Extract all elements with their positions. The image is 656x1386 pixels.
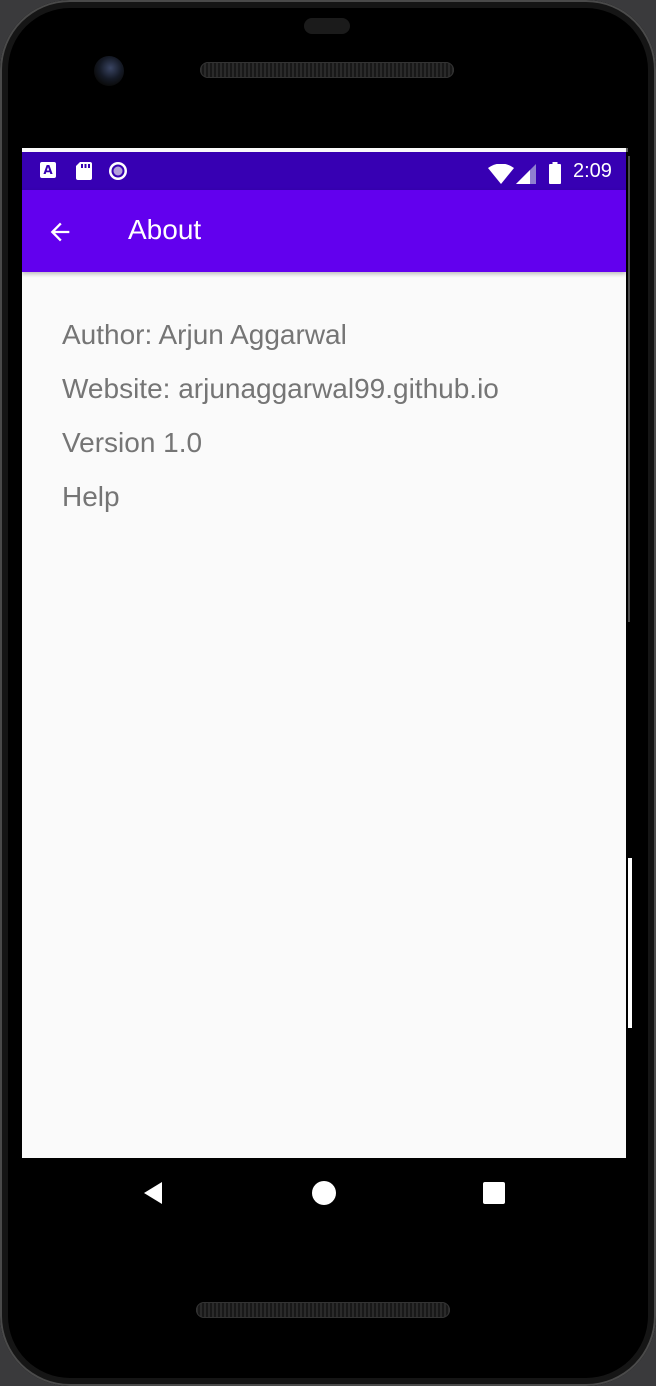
nav-recents-icon [483,1182,505,1204]
arrow-back-icon [50,222,70,242]
status-bar: A 2:09 [22,152,626,190]
system-navigation-bar [22,1158,626,1228]
side-rail [628,156,630,622]
about-content: Author: Arjun Aggarwal Website: arjunagg… [62,308,606,524]
author-text: Author: Arjun Aggarwal [62,319,347,350]
website-text[interactable]: Website: arjunaggarwal99.github.io [62,362,606,416]
sd-card-icon [76,162,92,180]
app-bar: About [22,190,626,272]
nav-back-button[interactable] [138,1178,168,1208]
back-button[interactable] [40,212,80,252]
top-speaker-grille [200,62,454,78]
side-button-highlight [628,858,632,1028]
bottom-speaker-grille [196,1302,450,1318]
nav-back-icon [144,1182,162,1204]
battery-icon [549,162,561,184]
wifi-icon [488,164,514,184]
front-camera [94,56,124,86]
help-text[interactable]: Help [62,470,606,524]
status-time: 2:09 [573,160,612,182]
record-circle-icon [109,162,127,180]
a-notification-letter: A [43,163,53,177]
signal-icon [516,164,536,184]
nav-recents-button[interactable] [479,1178,509,1208]
app-screen: A 2:09 About Author: Arjun Aggarwal Webs… [22,148,626,1158]
phone-device-frame: A 2:09 About Author: Arjun Aggarwal Webs… [0,0,656,1386]
nav-home-icon [312,1181,336,1205]
nav-home-button[interactable] [309,1178,339,1208]
device-earpiece [304,18,350,34]
page-title: About [128,214,202,245]
version-text: Version 1.0 [62,427,203,458]
a-notification-icon: A [40,162,56,178]
